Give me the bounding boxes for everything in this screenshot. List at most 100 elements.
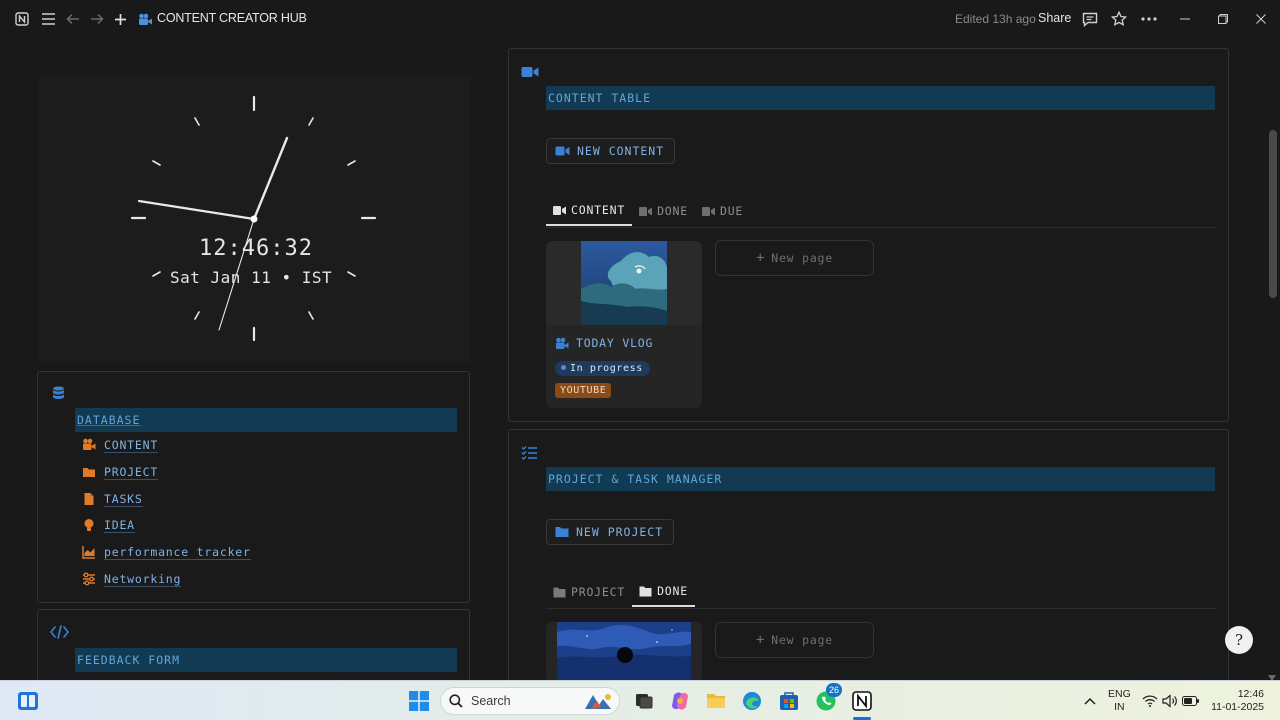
widgets-icon[interactable] bbox=[16, 689, 40, 713]
database-item-label: IDEA bbox=[104, 517, 135, 533]
new-page-button[interactable]: + New page bbox=[715, 622, 874, 658]
new-content-label: NEW CONTENT bbox=[577, 144, 665, 158]
scroll-down-arrow-icon[interactable] bbox=[1268, 668, 1276, 681]
new-page-label: New page bbox=[771, 633, 834, 647]
new-project-label: NEW PROJECT bbox=[576, 525, 664, 539]
document-icon bbox=[82, 492, 96, 506]
database-item-idea[interactable]: IDEA bbox=[82, 516, 135, 534]
close-icon[interactable] bbox=[1252, 9, 1270, 29]
new-content-button[interactable]: NEW CONTENT bbox=[546, 138, 676, 164]
content-table-card: CONTENT TABLE NEW CONTENT CONTENT DONE D… bbox=[508, 48, 1229, 422]
windows-taskbar: Search 26 ENG IN 12:46 11-01-2025 bbox=[0, 680, 1280, 720]
notion-app-icon[interactable] bbox=[850, 689, 874, 713]
region-code: IN bbox=[1114, 701, 1125, 713]
wifi-icon[interactable] bbox=[1142, 689, 1158, 713]
film-camera-icon bbox=[137, 9, 153, 29]
sliders-icon bbox=[82, 572, 96, 586]
star-icon[interactable] bbox=[1110, 9, 1128, 29]
tab-done[interactable]: DONE bbox=[632, 196, 695, 226]
new-project-button[interactable]: NEW PROJECT bbox=[546, 519, 675, 545]
database-card: DATABASE CONTENT PROJECT TASKS IDEA perf… bbox=[37, 371, 470, 603]
database-item-label: performance tracker bbox=[104, 544, 251, 560]
tabs-divider bbox=[546, 227, 1215, 228]
share-button[interactable]: Share bbox=[1038, 11, 1071, 25]
project-manager-heading: PROJECT & TASK MANAGER bbox=[546, 467, 1215, 491]
tab-content[interactable]: CONTENT bbox=[546, 196, 633, 226]
project-tabs: PROJECT DONE bbox=[546, 577, 695, 607]
system-clock[interactable]: 12:46 11-01-2025 bbox=[1206, 688, 1264, 714]
folder-icon bbox=[82, 465, 96, 479]
whatsapp-icon[interactable]: 26 bbox=[814, 683, 842, 713]
database-item-label: Networking bbox=[104, 571, 182, 587]
tab-done[interactable]: DONE bbox=[632, 577, 695, 607]
database-item-label: PROJECT bbox=[104, 464, 159, 480]
database-item-project[interactable]: PROJECT bbox=[82, 463, 159, 481]
film-camera-icon bbox=[556, 337, 569, 349]
feedback-heading: FEEDBACK FORM bbox=[75, 648, 457, 672]
analog-clock-face bbox=[130, 95, 377, 342]
gallery-card-today-vlog[interactable]: TODAY VLOG In progress YOUTUBE bbox=[546, 241, 702, 408]
system-date: 11-01-2025 bbox=[1211, 701, 1264, 713]
notion-logo-icon[interactable] bbox=[14, 9, 30, 29]
database-item-networking[interactable]: Networking bbox=[82, 570, 182, 588]
film-camera-icon bbox=[82, 438, 96, 452]
database-item-content[interactable]: CONTENT bbox=[82, 436, 159, 454]
windows-start-icon[interactable] bbox=[407, 689, 431, 713]
new-page-label: New page bbox=[771, 251, 834, 265]
taskbar-search[interactable]: Search bbox=[440, 687, 620, 715]
maximize-icon[interactable] bbox=[1214, 9, 1232, 29]
plus-icon: + bbox=[755, 632, 766, 648]
help-button[interactable]: ? bbox=[1225, 626, 1253, 654]
tab-label: DONE bbox=[657, 584, 688, 598]
video-camera-icon bbox=[701, 206, 715, 216]
edited-timestamp: Edited 13h ago bbox=[955, 12, 1036, 26]
vertical-scrollbar[interactable] bbox=[1266, 130, 1280, 298]
checklist-icon bbox=[521, 445, 538, 465]
page-title[interactable]: CONTENT CREATOR HUB bbox=[157, 11, 307, 25]
video-camera-icon bbox=[555, 146, 570, 156]
back-arrow-icon[interactable] bbox=[65, 9, 81, 29]
clock-time: 12:46:32 bbox=[199, 236, 313, 261]
video-camera-icon bbox=[553, 205, 566, 215]
tab-label: DUE bbox=[719, 204, 744, 218]
comment-icon[interactable] bbox=[1081, 9, 1099, 29]
more-options-icon[interactable] bbox=[1140, 9, 1158, 29]
tabs-divider bbox=[546, 608, 1215, 609]
add-page-icon[interactable] bbox=[112, 9, 128, 29]
volume-icon[interactable] bbox=[1162, 689, 1178, 713]
code-icon bbox=[49, 625, 70, 644]
show-hidden-icons-icon[interactable] bbox=[1078, 689, 1102, 713]
database-heading: DATABASE bbox=[75, 408, 457, 432]
database-item-performance-tracker[interactable]: performance tracker bbox=[82, 543, 251, 561]
edge-browser-icon[interactable] bbox=[740, 689, 764, 713]
platform-tag: YOUTUBE bbox=[555, 383, 612, 398]
tab-project[interactable]: PROJECT bbox=[546, 577, 632, 607]
forward-arrow-icon[interactable] bbox=[89, 9, 105, 29]
database-icon bbox=[52, 386, 65, 406]
folder-icon bbox=[555, 527, 569, 537]
content-table-heading: CONTENT TABLE bbox=[546, 86, 1215, 110]
notification-badge: 26 bbox=[826, 683, 842, 697]
copilot-icon[interactable] bbox=[668, 689, 692, 713]
menu-icon[interactable] bbox=[40, 9, 56, 29]
minimize-icon[interactable] bbox=[1176, 9, 1194, 29]
video-camera-icon bbox=[639, 206, 653, 216]
tab-due[interactable]: DUE bbox=[695, 196, 750, 226]
new-page-button[interactable]: + New page bbox=[715, 240, 874, 276]
card-title: TODAY VLOG bbox=[576, 336, 654, 350]
battery-icon[interactable] bbox=[1182, 689, 1200, 713]
task-view-icon[interactable] bbox=[632, 689, 656, 713]
language-indicator[interactable]: ENG IN bbox=[1108, 688, 1131, 714]
tab-label: DONE bbox=[657, 204, 688, 218]
search-highlight-icon bbox=[585, 694, 611, 709]
chart-icon bbox=[82, 545, 96, 559]
video-camera-icon bbox=[521, 65, 539, 83]
database-item-tasks[interactable]: TASKS bbox=[82, 490, 143, 508]
cover-image bbox=[557, 622, 691, 682]
scrollbar-thumb[interactable] bbox=[1269, 130, 1277, 298]
clock-widget: 12:46:32 Sat Jan 11 • IST bbox=[38, 76, 470, 362]
file-explorer-icon[interactable] bbox=[704, 689, 728, 713]
gallery-card-project[interactable] bbox=[546, 622, 702, 682]
cover-image bbox=[581, 241, 667, 325]
microsoft-store-icon[interactable] bbox=[777, 689, 801, 713]
